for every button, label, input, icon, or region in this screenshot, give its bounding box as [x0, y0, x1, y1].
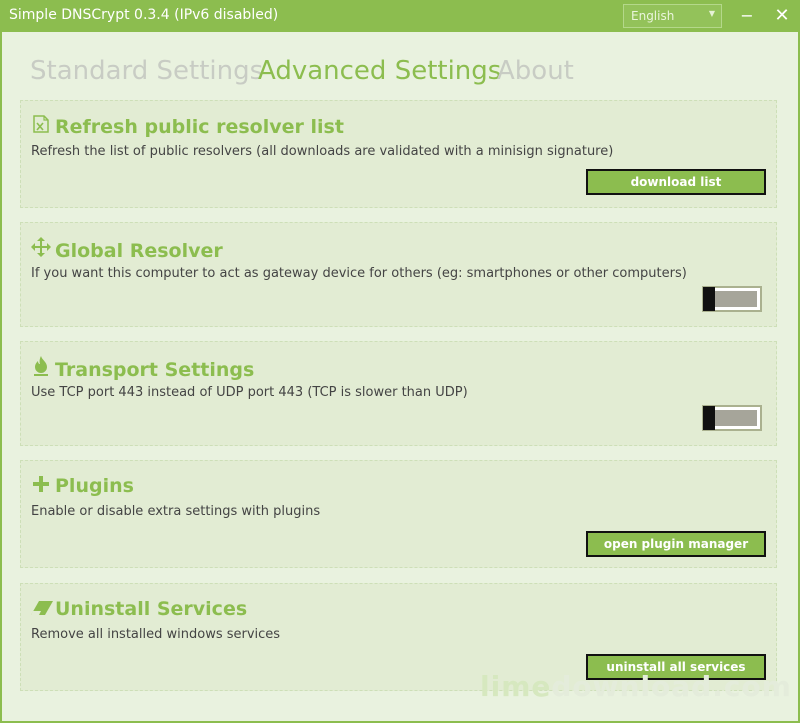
- language-select[interactable]: English ▼: [623, 4, 722, 28]
- plugins-heading: Plugins: [31, 475, 134, 497]
- transport-settings-title: Transport Settings: [55, 359, 255, 381]
- global-resolver-description: If you want this computer to act as gate…: [31, 266, 687, 281]
- watermark: limedownload.com: [480, 670, 792, 703]
- global-resolver-card: Global Resolver If you want this compute…: [20, 222, 777, 327]
- plugins-title: Plugins: [55, 475, 134, 497]
- refresh-resolver-card: Refresh public resolver list Refresh the…: [20, 100, 777, 208]
- minimize-button[interactable]: −: [735, 4, 759, 28]
- toggle-knob: [703, 287, 715, 311]
- refresh-resolver-description: Refresh the list of public resolvers (al…: [31, 144, 614, 159]
- app-window: Simple DNSCrypt 0.3.4 (IPv6 disabled) En…: [0, 0, 800, 723]
- tab-standard-settings[interactable]: Standard Settings: [30, 56, 263, 86]
- global-resolver-heading: Global Resolver: [31, 237, 223, 262]
- transport-settings-heading: Transport Settings: [31, 356, 254, 381]
- plugins-card: Plugins Enable or disable extra settings…: [20, 460, 777, 568]
- language-select-value: English: [631, 9, 675, 23]
- uninstall-services-title: Uninstall Services: [55, 598, 248, 620]
- move-arrows-icon: [31, 237, 51, 262]
- global-resolver-toggle[interactable]: [702, 286, 762, 312]
- uninstall-services-description: Remove all installed windows services: [31, 627, 281, 642]
- plugins-description: Enable or disable extra settings with pl…: [31, 504, 321, 519]
- window-title: Simple DNSCrypt 0.3.4 (IPv6 disabled): [9, 7, 279, 23]
- download-list-button[interactable]: download list: [586, 169, 766, 195]
- global-resolver-title: Global Resolver: [55, 240, 223, 262]
- fire-icon: [31, 356, 51, 381]
- tab-about[interactable]: About: [497, 56, 574, 86]
- title-bar[interactable]: Simple DNSCrypt 0.3.4 (IPv6 disabled) En…: [0, 0, 800, 32]
- close-button[interactable]: ✕: [770, 4, 794, 28]
- refresh-resolver-title: Refresh public resolver list: [55, 116, 344, 138]
- excel-file-icon: [31, 115, 51, 138]
- transport-settings-card: Transport Settings Use TCP port 443 inst…: [20, 341, 777, 446]
- plus-icon: [31, 475, 51, 497]
- transport-settings-description: Use TCP port 443 instead of UDP port 443…: [31, 385, 468, 400]
- toggle-knob: [703, 406, 715, 430]
- eraser-icon: [31, 598, 53, 620]
- open-plugin-manager-button[interactable]: open plugin manager: [586, 531, 766, 557]
- transport-tcp-toggle[interactable]: [702, 405, 762, 431]
- uninstall-services-heading: Uninstall Services: [31, 598, 247, 620]
- chevron-down-icon: ▼: [708, 9, 715, 18]
- refresh-resolver-heading: Refresh public resolver list: [31, 115, 344, 138]
- tab-advanced-settings[interactable]: Advanced Settings: [258, 56, 501, 86]
- main-content: Standard Settings Advanced Settings Abou…: [2, 32, 798, 721]
